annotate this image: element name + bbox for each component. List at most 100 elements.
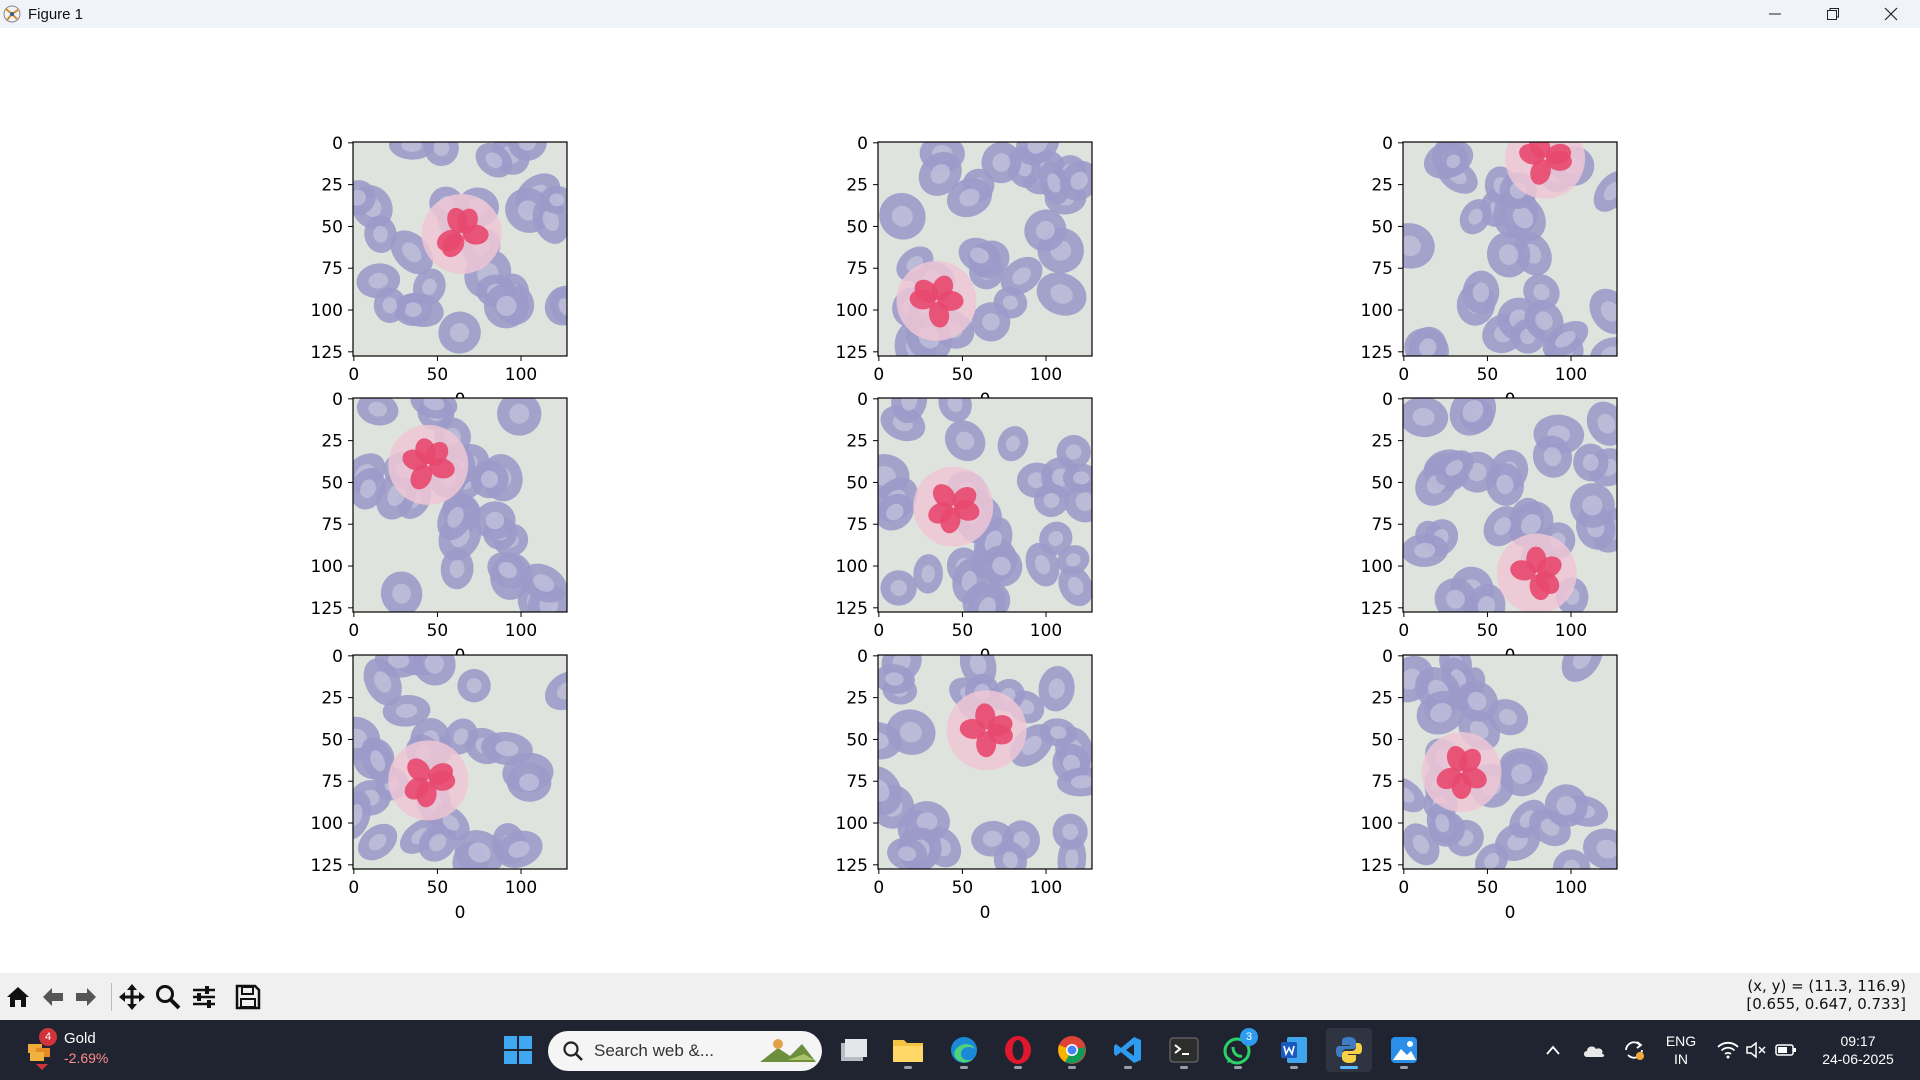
clock[interactable]: 09:17 24-06-2025 (1808, 1032, 1908, 1068)
language-indicator[interactable]: ENG IN (1656, 1032, 1706, 1068)
widget-title: Gold (64, 1030, 96, 1047)
start-button[interactable] (496, 1028, 540, 1072)
running-indicator (1400, 1066, 1408, 1069)
y-tick-label: 100 (836, 814, 868, 834)
configure-icon (193, 986, 215, 1008)
minimize-button[interactable] (1746, 0, 1804, 28)
cell-image-3 (1403, 142, 1617, 356)
x-tick-label: 100 (505, 365, 537, 385)
running-indicator (1180, 1066, 1188, 1069)
sync-icon (1625, 1041, 1644, 1060)
tray-sync[interactable] (1618, 1028, 1650, 1072)
image-grid-figure: 0255075100125050100002550751001250501000… (311, 134, 1618, 923)
running-indicator (1068, 1066, 1076, 1069)
zoom-icon (156, 985, 181, 1010)
wifi-icon (1717, 1041, 1739, 1059)
y-tick-label: 50 (1371, 473, 1393, 493)
y-tick-label: 125 (836, 856, 868, 876)
y-tick-label: 25 (321, 689, 343, 709)
opera-icon (1005, 1036, 1031, 1064)
taskbar-file-explorer[interactable] (886, 1028, 930, 1072)
widget-stock-gold[interactable]: 4 Gold -2.69% (20, 1028, 130, 1072)
pan-button[interactable] (116, 981, 148, 1013)
home-button[interactable] (2, 981, 34, 1013)
taskbar-search-box[interactable]: Search web &... (548, 1031, 822, 1071)
x-tick-label: 0 (1398, 878, 1409, 898)
y-tick-label: 75 (846, 259, 868, 279)
tray-onedrive[interactable] (1578, 1028, 1610, 1072)
y-tick-label: 125 (1361, 856, 1393, 876)
y-tick-label: 50 (846, 730, 868, 750)
y-tick-label: 25 (846, 176, 868, 196)
white-cell-cytoplasm (896, 260, 977, 341)
forward-button[interactable] (70, 981, 102, 1013)
tray-overflow-button[interactable] (1538, 1028, 1568, 1072)
configure-subplots-button[interactable] (188, 981, 220, 1013)
restore-button[interactable] (1804, 0, 1862, 28)
taskbar-opera[interactable] (996, 1028, 1040, 1072)
y-tick-label: 25 (321, 176, 343, 196)
taskbar: 4 Gold -2.69% Search web &... 3 ENG IN 0… (0, 1020, 1920, 1080)
zoom-button[interactable] (152, 981, 184, 1013)
taskbar-paint[interactable] (1382, 1028, 1426, 1072)
tray-volume[interactable] (1742, 1028, 1770, 1072)
folder-icon (893, 1040, 923, 1062)
pan-icon (119, 984, 145, 1010)
taskbar-word[interactable] (1272, 1028, 1316, 1072)
white-cell-cytoplasm (946, 690, 1027, 771)
red-blood-cell-center (1563, 859, 1581, 869)
figure-canvas[interactable]: 0255075100125050100002550751001250501000… (0, 28, 1920, 973)
back-button[interactable] (37, 981, 69, 1013)
y-tick-label: 0 (332, 390, 343, 410)
taskbar-whatsapp[interactable]: 3 (1216, 1028, 1260, 1072)
toolbar-separator (111, 983, 112, 1011)
clock-date: 24-06-2025 (1822, 1051, 1894, 1067)
widget-change: -2.69% (64, 1050, 109, 1066)
running-indicator (904, 1066, 912, 1069)
y-tick-label: 50 (321, 217, 343, 237)
x-tick-label: 100 (1030, 878, 1062, 898)
x-tick-label: 0 (348, 621, 359, 641)
image-app-icon (1391, 1037, 1417, 1063)
search-icon (563, 1041, 583, 1061)
running-indicator (1124, 1066, 1132, 1069)
forward-icon (76, 988, 96, 1006)
y-tick-label: 50 (846, 473, 868, 493)
taskbar-python[interactable] (1326, 1028, 1372, 1072)
y-tick-label: 125 (1361, 343, 1393, 363)
active-indicator (1340, 1066, 1358, 1069)
cursor-coordinates: (x, y) = (11.3, 116.9) [0.655, 0.647, 0.… (1746, 977, 1906, 1013)
y-tick-label: 50 (321, 473, 343, 493)
lang-code: ENG (1665, 1033, 1697, 1049)
taskbar-edge[interactable] (942, 1028, 986, 1072)
y-tick-label: 100 (1361, 814, 1393, 834)
tray-battery[interactable] (1772, 1028, 1800, 1072)
y-tick-label: 100 (1361, 557, 1393, 577)
cloud-icon (1584, 1046, 1605, 1057)
whatsapp-badge: 3 (1240, 1028, 1258, 1046)
navigation-toolbar: (x, y) = (11.3, 116.9) [0.655, 0.647, 0.… (0, 973, 1920, 1020)
edge-icon (951, 1037, 977, 1063)
x-tick-label: 50 (427, 365, 449, 385)
taskbar-terminal[interactable] (1162, 1028, 1206, 1072)
x-tick-label: 50 (1477, 621, 1499, 641)
taskbar-chrome[interactable] (1050, 1028, 1094, 1072)
tray-wifi[interactable] (1714, 1028, 1742, 1072)
battery-icon (1775, 1044, 1796, 1056)
x-tick-label: 50 (1477, 878, 1499, 898)
y-tick-label: 125 (311, 343, 343, 363)
y-tick-label: 25 (321, 432, 343, 452)
y-tick-label: 75 (321, 259, 343, 279)
x-tick-label: 100 (1030, 365, 1062, 385)
search-placeholder: Search web &... (594, 1041, 715, 1060)
taskbar-vscode[interactable] (1106, 1028, 1150, 1072)
taskbar-task-view[interactable] (832, 1028, 876, 1072)
x-tick-label: 100 (1555, 365, 1587, 385)
close-button[interactable] (1862, 0, 1920, 28)
y-tick-label: 0 (1382, 390, 1393, 410)
white-cell-cytoplasm (388, 424, 469, 505)
save-button[interactable] (232, 981, 264, 1013)
y-tick-label: 25 (1371, 689, 1393, 709)
window-title: Figure 1 (28, 5, 84, 23)
y-tick-label: 100 (1361, 301, 1393, 321)
